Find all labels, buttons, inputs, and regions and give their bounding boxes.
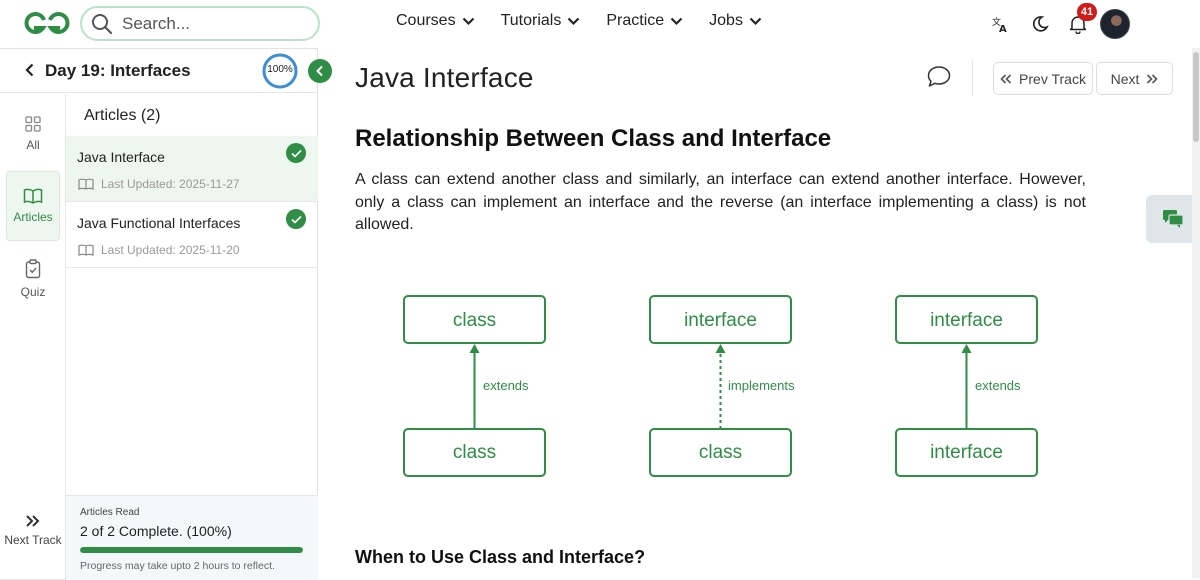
svg-text:A: A xyxy=(999,24,1007,34)
articles-panel: Articles (2) Java Interface Last Updated… xyxy=(66,94,318,580)
sidebar-header: Day 19: Interfaces 100% xyxy=(0,49,318,93)
sub-heading: When to Use Class and Interface? xyxy=(355,547,646,567)
diagram-relation-label: extends xyxy=(975,378,1021,393)
clipboard-icon xyxy=(25,259,41,279)
diagram-arrowhead xyxy=(715,344,726,353)
prev-track-button[interactable]: Prev Track xyxy=(993,62,1093,95)
check-icon xyxy=(286,209,306,229)
article-meta: Last Updated: 2025-11-27 xyxy=(78,177,240,191)
collapse-sidebar-button[interactable] xyxy=(308,59,332,83)
page-title: Java Interface xyxy=(355,62,534,93)
dark-mode-moon-icon[interactable] xyxy=(1026,10,1054,38)
translate-icon[interactable]: 文 A xyxy=(986,10,1014,38)
chevron-left-icon xyxy=(316,65,323,77)
comment-icon[interactable] xyxy=(926,64,952,90)
progress-ring-label: 100% xyxy=(267,64,293,75)
tab-quiz-label: Quiz xyxy=(20,285,46,299)
nav-practice-label: Practice xyxy=(606,12,665,29)
article-updated: Last Updated: 2025-11-20 xyxy=(101,243,240,257)
grid-icon xyxy=(25,116,41,132)
check-icon xyxy=(286,143,306,163)
chevron-down-icon xyxy=(462,17,474,25)
diagram-box-label: interface xyxy=(684,310,757,331)
next-label: Next xyxy=(1110,70,1140,87)
article-content: Java Interface Prev Track Next Relations… xyxy=(330,48,1200,580)
paragraph: A class can extend another class and sim… xyxy=(355,171,1086,233)
next-track-button[interactable]: Next Track xyxy=(0,514,66,547)
sidebar-title: Day 19: Interfaces xyxy=(45,61,191,80)
chevron-down-icon xyxy=(670,17,683,25)
tab-quiz[interactable]: Quiz xyxy=(6,244,60,314)
chevron-down-icon xyxy=(568,17,580,25)
double-chevron-right-icon xyxy=(26,515,40,527)
diagram-box-label: class xyxy=(453,442,496,463)
book-icon xyxy=(78,178,94,190)
progress-bar-fill xyxy=(80,547,303,553)
double-chevron-right-icon xyxy=(1147,73,1159,84)
progress-label: Articles Read xyxy=(80,507,140,518)
sidebar-tabs: All Articles Quiz Next Track xyxy=(0,94,66,580)
section-heading: Relationship Between Class and Interface xyxy=(355,125,832,152)
tab-articles[interactable]: Articles xyxy=(6,171,60,241)
progress-card: Articles Read 2 of 2 Complete. (100%) Pr… xyxy=(66,495,318,580)
article-title: Java Interface xyxy=(77,149,165,165)
diagram-relation-label: extends xyxy=(483,378,529,393)
progress-bar xyxy=(80,547,303,553)
tab-all[interactable]: All xyxy=(6,99,60,169)
prev-track-label: Prev Track xyxy=(1019,70,1086,87)
nav-tutorials[interactable]: Tutorials xyxy=(501,12,581,30)
nav-jobs[interactable]: Jobs xyxy=(709,12,762,30)
article-meta: Last Updated: 2025-11-20 xyxy=(78,243,240,257)
progress-value: 2 of 2 Complete. (100%) xyxy=(80,523,232,539)
nav-courses-label: Courses xyxy=(396,12,456,29)
diagram-box-label: class xyxy=(699,442,742,463)
search-icon xyxy=(92,13,113,34)
diagram-relation-label: implements xyxy=(728,378,795,393)
scrollbar-thumb[interactable] xyxy=(1193,52,1199,142)
book-icon xyxy=(78,244,94,256)
double-chevron-left-icon xyxy=(1000,73,1012,84)
user-avatar[interactable] xyxy=(1100,9,1130,39)
nav-jobs-label: Jobs xyxy=(709,12,743,29)
chevron-down-icon xyxy=(749,17,762,25)
gfg-logo-icon[interactable] xyxy=(22,8,72,38)
chevron-left-icon[interactable] xyxy=(24,63,36,77)
diagram-box-label: interface xyxy=(930,310,1003,331)
progress-note: Progress may take upto 2 hours to reflec… xyxy=(80,560,275,572)
nav-practice[interactable]: Practice xyxy=(606,12,683,30)
class-interface-diagram: class class extends interface class impl… xyxy=(403,295,1038,477)
nav-tutorials-label: Tutorials xyxy=(500,12,562,29)
book-icon xyxy=(23,188,43,204)
tab-all-label: All xyxy=(26,138,40,152)
tab-articles-label: Articles xyxy=(13,210,53,224)
course-sidebar: Day 19: Interfaces 100% All Articles Qui… xyxy=(0,48,332,580)
diagram-arrowhead xyxy=(469,344,480,353)
toolbar-divider xyxy=(972,60,973,96)
search-input[interactable] xyxy=(122,13,302,34)
article-updated: Last Updated: 2025-11-27 xyxy=(101,177,240,191)
article-title: Java Functional Interfaces xyxy=(77,215,241,231)
article-item[interactable]: Java Functional Interfaces Last Updated:… xyxy=(66,202,318,268)
top-header: Courses Tutorials Practice Jobs 文 A xyxy=(0,0,1200,46)
diagram-box-label: class xyxy=(453,310,496,331)
article-item[interactable]: Java Interface Last Updated: 2025-11-27 xyxy=(66,136,318,202)
diagram-arrowhead xyxy=(961,344,972,353)
next-track-label: Next Track xyxy=(4,533,62,547)
articles-heading: Articles (2) xyxy=(84,107,161,124)
search-bar[interactable] xyxy=(80,6,320,41)
next-button[interactable]: Next xyxy=(1096,62,1173,95)
notification-badge: 41 xyxy=(1077,3,1097,21)
nav-courses[interactable]: Courses xyxy=(396,12,475,30)
main-nav: Courses Tutorials Practice Jobs xyxy=(396,12,762,30)
diagram-box-label: interface xyxy=(930,442,1003,463)
